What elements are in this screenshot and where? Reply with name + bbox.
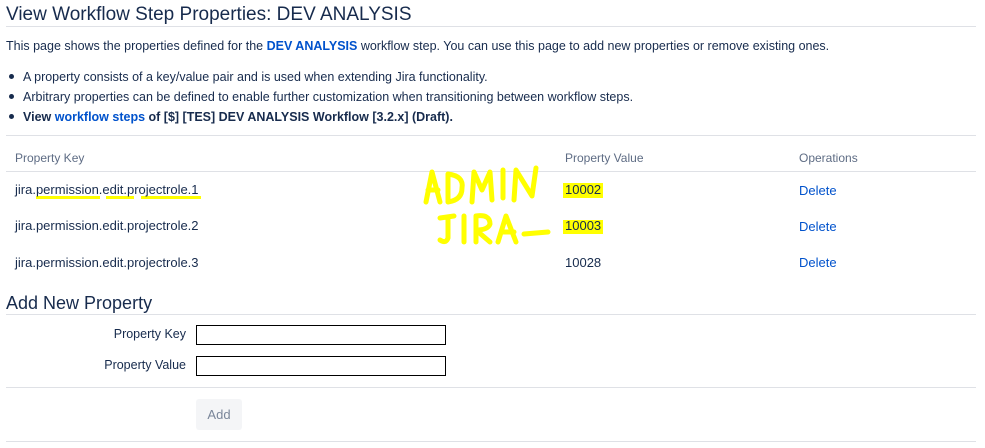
bullet-text: Arbitrary properties can be defined to e… <box>23 90 634 104</box>
col-header-operations: Operations <box>799 151 858 165</box>
col-header-key: Property Key <box>15 151 85 165</box>
intro-suffix: workflow step. You can use this page to … <box>357 39 830 53</box>
row-2-key: jira.permission.edit.projectrole.2 <box>15 218 199 233</box>
title-divider <box>6 26 976 27</box>
list-item: A property consists of a key/value pair … <box>8 67 633 87</box>
table-top-divider <box>6 135 976 136</box>
list-item: View workflow steps of [$] [TES] DEV ANA… <box>8 107 633 127</box>
property-value-label: Property Value <box>104 358 186 372</box>
row-1-delete-link[interactable]: Delete <box>799 183 837 198</box>
col-header-value: Property Value <box>565 151 644 165</box>
workflow-steps-link[interactable]: workflow steps <box>55 110 145 124</box>
view-prefix: View <box>23 110 55 124</box>
form-bottom-divider <box>6 441 976 442</box>
property-key-label: Property Key <box>113 327 186 341</box>
form-actions-divider <box>6 387 976 388</box>
row-3-key: jira.permission.edit.projectrole.3 <box>15 255 199 270</box>
intro-prefix: This page shows the properties defined f… <box>6 39 267 53</box>
add-property-title: Add New Property <box>6 293 153 313</box>
intro-text: This page shows the properties defined f… <box>6 39 829 53</box>
view-suffix: of [$] [TES] DEV ANALYSIS Workflow [3.2.… <box>145 110 453 124</box>
list-item: Arbitrary properties can be defined to e… <box>8 87 633 107</box>
row-2-delete-link[interactable]: Delete <box>799 219 837 234</box>
add-form-divider <box>6 314 976 315</box>
add-button[interactable]: Add <box>196 399 242 430</box>
bullet-icon <box>9 74 14 80</box>
bullet-text: A property consists of a key/value pair … <box>23 70 488 84</box>
info-list: A property consists of a key/value pair … <box>8 67 633 127</box>
row-1-key: jira.permission.edit.projectrole.1 <box>15 182 199 197</box>
page-title: View Workflow Step Properties: DEV ANALY… <box>6 4 412 25</box>
bullet-icon <box>9 94 14 100</box>
intro-step-name: DEV ANALYSIS <box>266 39 358 53</box>
property-key-input[interactable] <box>196 325 446 345</box>
row-3-value: 10028 <box>565 255 602 270</box>
bullet-icon <box>9 114 14 120</box>
property-value-input[interactable] <box>196 356 446 376</box>
admin-jira-scribble-icon <box>423 165 551 245</box>
row-3-delete-link[interactable]: Delete <box>799 255 837 270</box>
